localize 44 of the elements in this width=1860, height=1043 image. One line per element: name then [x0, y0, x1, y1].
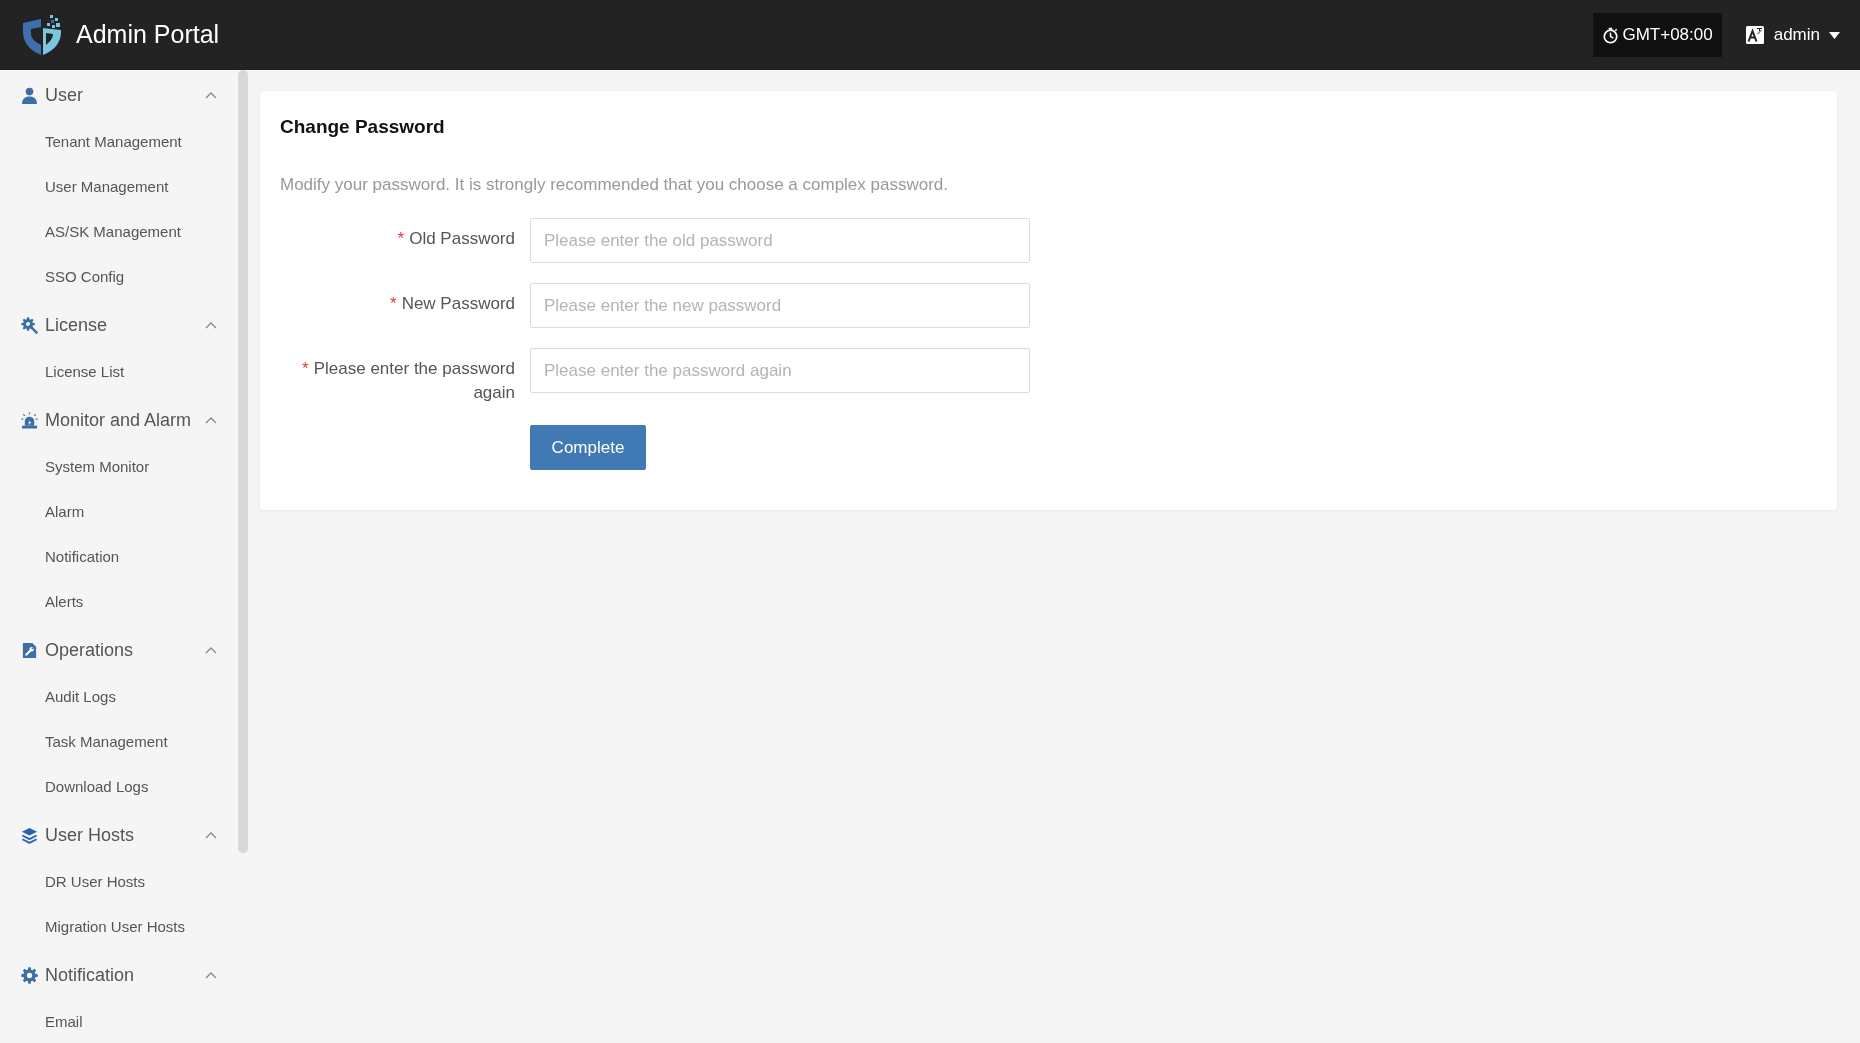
settings-icon	[21, 966, 38, 984]
sidebar-item[interactable]: User Management	[0, 165, 237, 210]
timer-icon	[1602, 26, 1620, 44]
sidebar-item[interactable]: Email	[0, 1000, 237, 1043]
file-wrench-icon	[21, 641, 38, 659]
layers-icon	[21, 826, 38, 844]
sidebar-item[interactable]: Alarm	[0, 490, 237, 535]
sidebar-item[interactable]: SSO Config	[0, 255, 237, 300]
timezone-button[interactable]: GMT+08:00	[1593, 13, 1722, 57]
sidebar-group[interactable]: Monitor and Alarm	[0, 395, 237, 445]
field-label: * New Password	[389, 293, 515, 315]
user-icon	[21, 86, 38, 104]
sidebar-item[interactable]: Tenant Management	[0, 120, 237, 165]
password-field[interactable]: Please enter the old password	[530, 218, 1030, 263]
sidebar-item[interactable]: Notification	[0, 535, 237, 580]
password-field[interactable]: Please enter the password again	[530, 348, 1030, 393]
gear-wrench-icon	[21, 316, 38, 334]
sidebar-item[interactable]: Download Logs	[0, 765, 237, 810]
page-title: Change Password	[280, 115, 446, 139]
sidebar-item[interactable]: Alerts	[0, 580, 237, 625]
translate-icon[interactable]	[1745, 26, 1764, 44]
sidebar-item[interactable]: License List	[0, 350, 237, 395]
user-menu-button[interactable]: admin	[1773, 22, 1840, 48]
sidebar-item[interactable]: Audit Logs	[0, 675, 237, 720]
sidebar-group[interactable]: License	[0, 300, 237, 350]
sidebar-item[interactable]: AS/SK Management	[0, 210, 237, 255]
sidebar-item[interactable]: Task Management	[0, 720, 237, 765]
app-title: Admin Portal	[76, 19, 220, 51]
sidebar-group[interactable]: User	[0, 70, 237, 120]
scrollbar-thumb[interactable]	[238, 70, 248, 853]
sidebar-item[interactable]: System Monitor	[0, 445, 237, 490]
password-field[interactable]: Please enter the new password	[530, 283, 1030, 328]
siren-icon	[21, 411, 38, 429]
shield-logo	[21, 14, 63, 56]
field-label: * Old Password	[396, 228, 515, 250]
caret-icon	[1829, 31, 1840, 39]
sidebar-item[interactable]: DR User Hosts	[0, 860, 237, 905]
complete-button[interactable]: Complete	[530, 425, 646, 470]
sidebar-group[interactable]: Notification	[0, 950, 237, 1000]
field-label: * Please enter the password again	[301, 358, 515, 404]
sidebar-item[interactable]: Migration User Hosts	[0, 905, 237, 950]
page-description: Modify your password. It is strongly recommended that you choose a complex password.	[280, 174, 950, 196]
sidebar-group[interactable]: Operations	[0, 625, 237, 675]
sidebar-group[interactable]: User Hosts	[0, 810, 237, 860]
